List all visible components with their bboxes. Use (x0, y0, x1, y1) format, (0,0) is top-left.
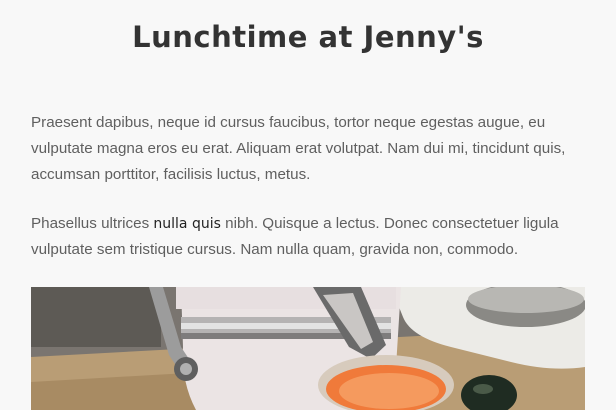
photo-wall-dark (31, 287, 161, 347)
juicer-photo (31, 287, 585, 410)
photo-cucumber-highlight (473, 384, 493, 394)
article-paragraph-2: Phasellus ultrices nulla quis nibh. Quis… (31, 211, 587, 263)
photo-juice-foam (339, 373, 439, 409)
paragraph-2-emphasis: nulla quis (153, 216, 221, 232)
paragraph-2-text-start: Phasellus ultrices (31, 215, 154, 232)
juicer-photo-illustration (31, 287, 585, 410)
article-page: Lunchtime at Jenny's Praesent dapibus, n… (0, 0, 616, 410)
photo-juicer-knob-highlight (180, 363, 192, 375)
article-paragraph-1: Praesent dapibus, neque id cursus faucib… (31, 114, 566, 183)
page-title: Lunchtime at Jenny's (132, 20, 484, 54)
